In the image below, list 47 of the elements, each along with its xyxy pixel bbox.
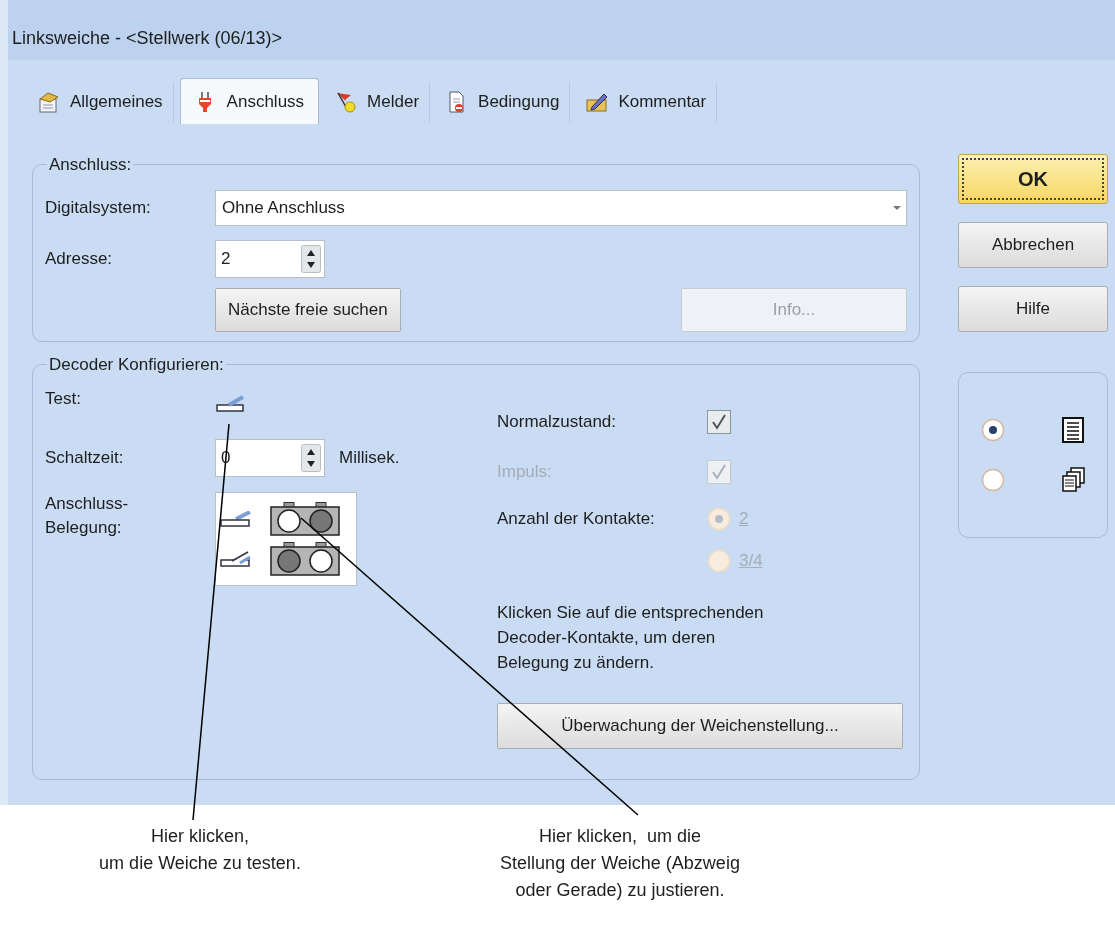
stacked-pages-icon bbox=[1062, 467, 1085, 493]
spin-field[interactable]: 2 bbox=[215, 239, 325, 278]
tab[interactable]: Anschluss bbox=[179, 78, 320, 124]
pencil-note-icon bbox=[586, 91, 609, 113]
field-label: Adresse: bbox=[45, 247, 114, 270]
dropdown[interactable]: Ohne Anschluss bbox=[215, 189, 907, 226]
settings-sheet-icon bbox=[38, 91, 60, 113]
radio-button[interactable] bbox=[981, 418, 1005, 442]
dialog-button[interactable]: OK bbox=[958, 154, 1108, 204]
turnout-icon bbox=[220, 550, 252, 567]
turnout-test-icon[interactable] bbox=[215, 394, 247, 413]
radio-button[interactable] bbox=[981, 468, 1005, 492]
field-label: Anschluss- Belegung: bbox=[45, 492, 130, 539]
contact-terminal[interactable] bbox=[309, 508, 333, 533]
dialog-button[interactable]: Abbrechen bbox=[958, 222, 1108, 268]
field-label: Impuls: bbox=[497, 460, 553, 483]
tab[interactable]: Allgemeines bbox=[28, 82, 174, 122]
option-label: 2 bbox=[739, 507, 749, 530]
turnout-icon bbox=[220, 510, 252, 527]
flag-icon bbox=[335, 91, 358, 113]
field-label: Normalzustand: bbox=[497, 410, 618, 433]
instruction-text: Klicken Sie auf die entsprechenden Decoder-Kontakte, um deren Belegung zu ändern. bbox=[497, 601, 765, 674]
field-label: Anzahl der Kontakte: bbox=[497, 507, 656, 530]
field-label: Test: bbox=[45, 387, 82, 410]
group-label: Anschluss: bbox=[48, 154, 133, 176]
tab[interactable]: Bedingung bbox=[436, 82, 571, 122]
dialog-button[interactable]: Hilfe bbox=[958, 286, 1108, 332]
list-icon bbox=[1062, 417, 1085, 443]
tab[interactable]: Kommentar bbox=[576, 82, 718, 122]
contact-terminal[interactable] bbox=[309, 548, 333, 573]
annotation-text: Hier klicken, um die Weiche zu testen. bbox=[98, 825, 302, 875]
option-label: 3/4 bbox=[739, 549, 763, 572]
spinner-arrows-icon[interactable] bbox=[301, 244, 321, 273]
window-title: Linksweiche - <Stellwerk (06/13)> bbox=[12, 27, 283, 50]
checkbox[interactable] bbox=[707, 409, 731, 434]
group-label: Decoder Konfigurieren: bbox=[48, 354, 225, 376]
tab[interactable]: Melder bbox=[325, 82, 431, 122]
contact-terminal[interactable] bbox=[277, 508, 301, 533]
field-label: Schaltzeit: bbox=[45, 446, 125, 469]
unit-label: Millisek. bbox=[339, 446, 400, 469]
search-button[interactable]: Nächste freie suchen bbox=[215, 287, 401, 332]
monitoring-button[interactable]: Überwachung der Weichenstellung... bbox=[497, 702, 903, 749]
annotation-text: Hier klicken, um die Stellung der Weiche (Abzweig oder Gerade) zu justieren. bbox=[499, 825, 741, 902]
dropdown-arrow-icon bbox=[892, 204, 902, 211]
contact-terminal[interactable] bbox=[277, 548, 301, 573]
spinner-arrows-icon[interactable] bbox=[301, 443, 321, 472]
field-label: Digitalsystem: bbox=[45, 196, 152, 219]
